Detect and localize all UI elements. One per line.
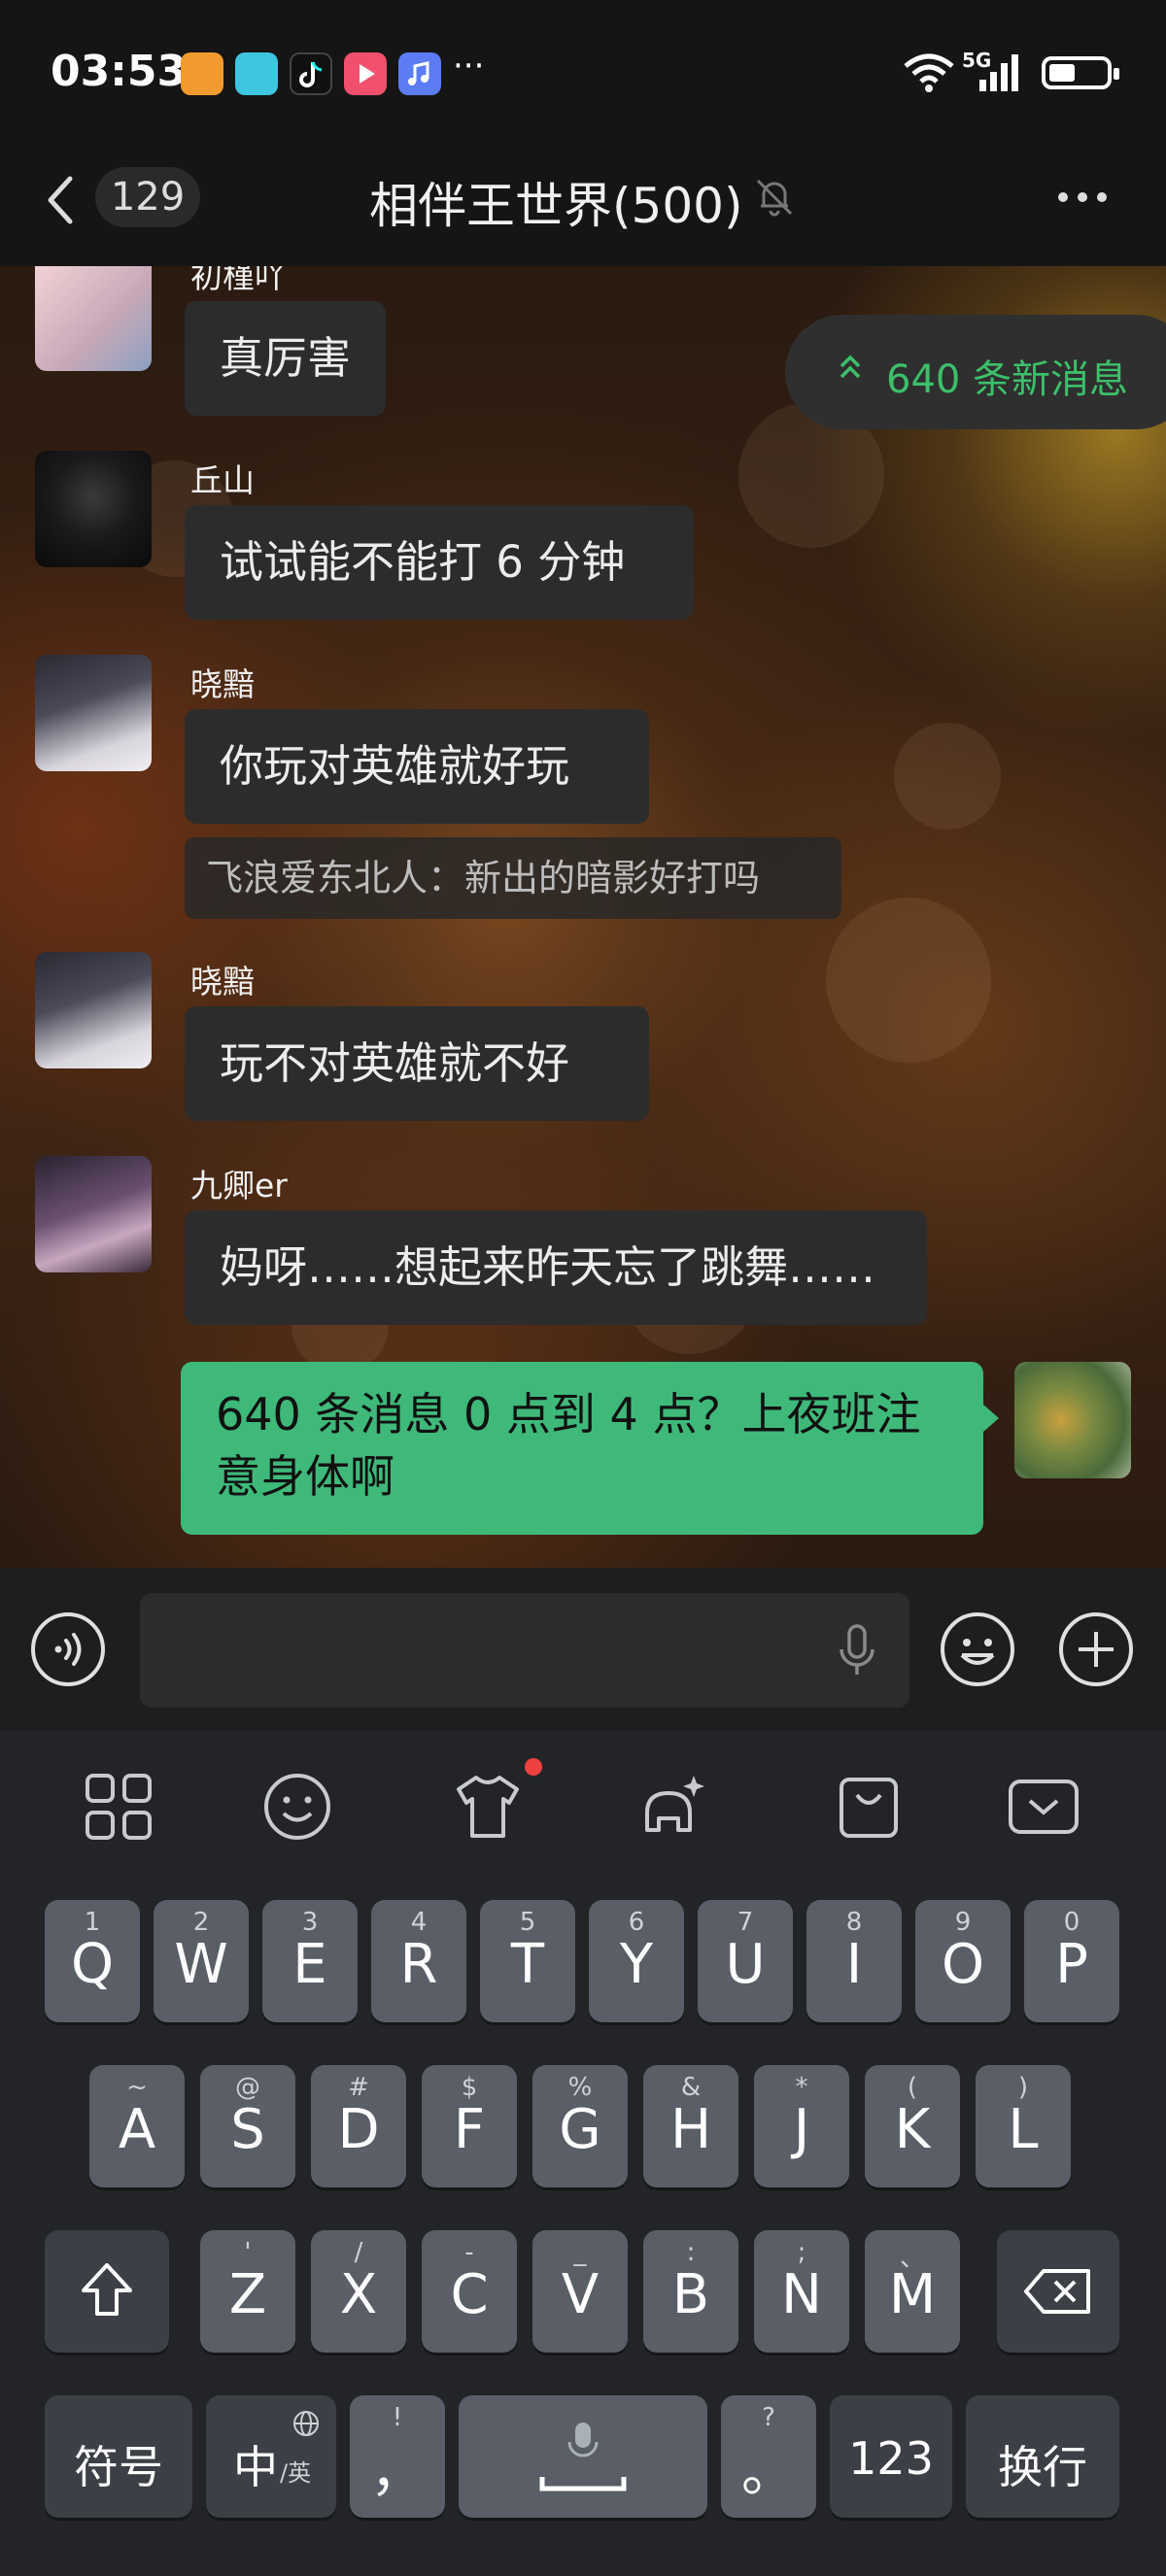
new-messages-pill[interactable]: 640 条新消息 (785, 315, 1166, 429)
app-notification-icon (181, 52, 223, 95)
emoji-keyboard-icon[interactable] (260, 1770, 334, 1844)
space-key[interactable] (459, 2395, 707, 2518)
music-app-icon (398, 52, 441, 95)
sender-name: 晓黯 (190, 963, 255, 1000)
key-u[interactable]: 7U (698, 1900, 793, 2022)
new-messages-label: 640 条新消息 (886, 357, 1129, 402)
key-m[interactable]: 、 M (865, 2230, 960, 2353)
enter-key[interactable]: 换行 (966, 2395, 1119, 2518)
skin-shirt-icon[interactable] (451, 1770, 525, 1844)
key-z[interactable]: ' Z (200, 2230, 295, 2353)
key-f[interactable]: $ F (422, 2065, 517, 2187)
key-n[interactable]: ; N (754, 2230, 849, 2353)
key-l[interactable]: ) L (976, 2065, 1071, 2187)
status-bar: 03:53 ··· 5G (0, 0, 1166, 146)
comma-key[interactable]: !， (350, 2395, 445, 2518)
apps-grid-icon[interactable] (82, 1770, 155, 1844)
symbols-key[interactable]: 符号 (45, 2395, 192, 2518)
message-input[interactable] (140, 1593, 909, 1708)
key-g[interactable]: % G (532, 2065, 628, 2187)
globe-icon (293, 2411, 319, 2436)
key-b[interactable]: :B (643, 2230, 738, 2353)
quoted-reply[interactable]: 飞浪爱东北人：新出的暗影好打吗 (185, 837, 841, 919)
key-o[interactable]: 9O (915, 1900, 1011, 2022)
key-a[interactable]: ~ A (89, 2065, 185, 2187)
sender-name: 九卿er (190, 1167, 288, 1204)
chat-header: 129 相伴王世界(500) (0, 146, 1166, 266)
shopping-bag-icon[interactable] (832, 1770, 906, 1844)
message-bubble[interactable]: 试试能不能打 6 分钟 (185, 505, 694, 620)
key-p[interactable]: 0P (1024, 1900, 1119, 2022)
my-message-text: 640 条消息 0 点到 4 点？上夜班注意身体啊 (216, 1388, 921, 1503)
message-bubble[interactable]: 玩不对英雄就不好 (185, 1006, 649, 1121)
more-notifications-icon: ··· (453, 47, 485, 85)
language-switch-key[interactable]: 中 /英 (206, 2395, 336, 2518)
avatar[interactable] (35, 952, 152, 1068)
back-arrow-icon[interactable] (41, 171, 80, 229)
key-i[interactable]: 8I (806, 1900, 902, 2022)
key-s[interactable]: @ S (200, 2065, 295, 2187)
numbers-key[interactable]: 123 (830, 2395, 952, 2518)
group-title[interactable]: 相伴王世界(500) (369, 167, 742, 237)
sender-name: 丘山 (190, 461, 255, 499)
sender-name: 晓黯 (190, 665, 255, 703)
key-j[interactable]: * J (754, 2065, 849, 2187)
avatar[interactable] (35, 1156, 152, 1272)
mute-bell-icon (756, 179, 793, 217)
status-time: 03:53 (51, 47, 188, 96)
voice-input-icon[interactable] (29, 1610, 107, 1688)
key-w[interactable]: 2W (154, 1900, 249, 2022)
backspace-icon (1024, 2269, 1090, 2314)
notification-dot (525, 1758, 542, 1776)
unread-count-badge[interactable]: 129 (95, 167, 200, 227)
key-k[interactable]: (K (865, 2065, 960, 2187)
emoji-icon[interactable] (939, 1610, 1016, 1688)
video-app-icon (344, 52, 387, 95)
key-x[interactable]: / X (311, 2230, 406, 2353)
backspace-key[interactable] (997, 2230, 1119, 2353)
key-q[interactable]: 1Q (45, 1900, 140, 2022)
battery-icon (1042, 56, 1119, 89)
key-e[interactable]: 3E (262, 1900, 358, 2022)
more-options-icon[interactable] (1053, 173, 1112, 221)
message-bubble[interactable]: 妈呀……想起来昨天忘了跳舞…… (185, 1210, 927, 1325)
my-message-bubble[interactable]: 640 条消息 0 点到 4 点？上夜班注意身体啊 (181, 1362, 999, 1535)
period-key[interactable]: ?。 (721, 2395, 816, 2518)
collapse-keyboard-icon[interactable] (1007, 1770, 1080, 1844)
message-bubble[interactable]: 真厉害 (185, 301, 387, 416)
avatar[interactable] (35, 451, 152, 567)
key-t[interactable]: 5T (480, 1900, 575, 2022)
avatar[interactable] (35, 266, 152, 371)
shift-arrow-icon (82, 2263, 132, 2316)
add-more-icon[interactable] (1057, 1610, 1135, 1688)
wifi-icon (904, 53, 954, 92)
sender-name: 初槿吖 (190, 266, 287, 295)
game-sparkle-icon[interactable] (637, 1770, 711, 1844)
microphone-icon[interactable] (834, 1622, 880, 1680)
key-c[interactable]: -C (422, 2230, 517, 2353)
key-r[interactable]: 4R (371, 1900, 466, 2022)
tiktok-icon (290, 52, 332, 95)
avatar[interactable] (35, 655, 152, 771)
key-h[interactable]: & H (643, 2065, 738, 2187)
keyboard: 1Q 2W 3E 4R 5T 6Y 7U 8I 9O 0P ~ A @ S # D $… (0, 1731, 1166, 2576)
shift-key[interactable] (45, 2230, 169, 2353)
key-d[interactable]: # D (311, 2065, 406, 2187)
signal-icon (979, 54, 1018, 91)
double-chevron-up-icon (840, 355, 861, 379)
book-app-icon (235, 52, 278, 95)
message-bubble[interactable]: 你玩对英雄就好玩 (185, 709, 649, 824)
my-avatar[interactable] (1014, 1362, 1131, 1478)
space-mic-icon (539, 2423, 627, 2491)
key-y[interactable]: 6Y (589, 1900, 684, 2022)
key-v[interactable]: _ V (532, 2230, 628, 2353)
input-bar (0, 1568, 1166, 1731)
